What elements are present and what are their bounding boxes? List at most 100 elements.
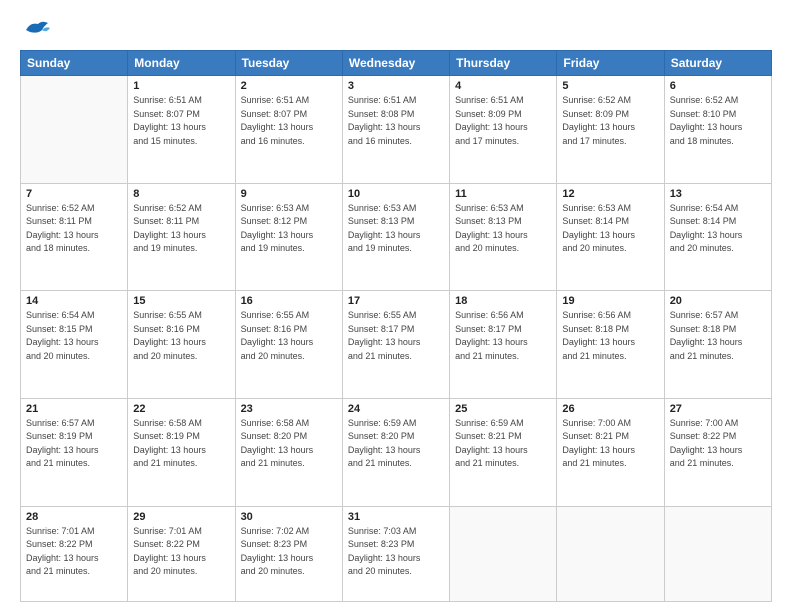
day-number: 19	[562, 295, 658, 307]
day-number: 31	[348, 511, 444, 523]
calendar-table: SundayMondayTuesdayWednesdayThursdayFrid…	[20, 50, 772, 602]
day-cell-16: 16Sunrise: 6:55 AM Sunset: 8:16 PM Dayli…	[235, 291, 342, 399]
week-row-5: 28 Sunrise: 7:01 AM Sunset: 8:22 PM Dayli…	[21, 506, 772, 601]
day-cell-empty-4-4	[450, 506, 557, 601]
day-cell-8: 8 Sunrise: 6:52 AM Sunset: 8:11 PM Daylig…	[128, 183, 235, 291]
day-cell-13: 13 Sunrise: 6:54 AM Sunset: 8:14 PM Dayli…	[664, 183, 771, 291]
day-number: 12	[562, 188, 658, 200]
day-number: 6	[670, 80, 766, 92]
week-row-2: 7 Sunrise: 6:52 AM Sunset: 8:11 PM Daylig…	[21, 183, 772, 291]
day-number: 20	[670, 295, 766, 307]
page: SundayMondayTuesdayWednesdayThursdayFrid…	[0, 0, 792, 612]
day-number: 13	[670, 188, 766, 200]
day-number: 5	[562, 80, 658, 92]
day-number: 9	[241, 188, 337, 200]
day-info: Sunrise: 6:53 AM Sunset: 8:12 PM Dayligh…	[241, 202, 337, 256]
day-info: Sunrise: 6:54 AM Sunset: 8:14 PM Dayligh…	[670, 202, 766, 256]
day-cell-23: 23 Sunrise: 6:58 AM Sunset: 8:20 PM Dayli…	[235, 398, 342, 506]
day-cell-4: 4Sunrise: 6:51 AM Sunset: 8:09 PM Daylig…	[450, 76, 557, 184]
day-number: 27	[670, 403, 766, 415]
day-number: 21	[26, 403, 122, 415]
day-header-saturday: Saturday	[664, 51, 771, 76]
day-cell-9: 9 Sunrise: 6:53 AM Sunset: 8:12 PM Daylig…	[235, 183, 342, 291]
day-number: 17	[348, 295, 444, 307]
day-cell-21: 21 Sunrise: 6:57 AM Sunset: 8:19 PM Dayli…	[21, 398, 128, 506]
day-cell-18: 18 Sunrise: 6:56 AM Sunset: 8:17 PM Dayli…	[450, 291, 557, 399]
day-info: Sunrise: 6:55 AM Sunset: 8:16 PM Dayligh…	[133, 309, 229, 363]
day-number: 16	[241, 295, 337, 307]
day-cell-2: 2 Sunrise: 6:51 AM Sunset: 8:07 PM Daylig…	[235, 76, 342, 184]
day-number: 2	[241, 80, 337, 92]
day-number: 8	[133, 188, 229, 200]
day-info: Sunrise: 6:51 AM Sunset: 8:07 PM Dayligh…	[241, 94, 337, 148]
day-info: Sunrise: 6:53 AM Sunset: 8:13 PM Dayligh…	[455, 202, 551, 256]
day-info: Sunrise: 6:58 AM Sunset: 8:20 PM Dayligh…	[241, 417, 337, 471]
day-number: 4	[455, 80, 551, 92]
day-cell-empty-4-6	[664, 506, 771, 601]
day-number: 30	[241, 511, 337, 523]
day-info: Sunrise: 6:59 AM Sunset: 8:20 PM Dayligh…	[348, 417, 444, 471]
header	[20, 18, 772, 40]
day-info: Sunrise: 6:57 AM Sunset: 8:19 PM Dayligh…	[26, 417, 122, 471]
day-info: Sunrise: 6:56 AM Sunset: 8:17 PM Dayligh…	[455, 309, 551, 363]
day-cell-3: 3 Sunrise: 6:51 AM Sunset: 8:08 PM Daylig…	[342, 76, 449, 184]
day-cell-31: 31Sunrise: 7:03 AM Sunset: 8:23 PM Dayli…	[342, 506, 449, 601]
day-cell-empty-0-0	[21, 76, 128, 184]
day-cell-25: 25Sunrise: 6:59 AM Sunset: 8:21 PM Dayli…	[450, 398, 557, 506]
day-info: Sunrise: 6:54 AM Sunset: 8:15 PM Dayligh…	[26, 309, 122, 363]
day-number: 11	[455, 188, 551, 200]
day-info: Sunrise: 6:59 AM Sunset: 8:21 PM Dayligh…	[455, 417, 551, 471]
day-number: 23	[241, 403, 337, 415]
day-cell-1: 1 Sunrise: 6:51 AM Sunset: 8:07 PM Daylig…	[128, 76, 235, 184]
day-info: Sunrise: 6:52 AM Sunset: 8:11 PM Dayligh…	[133, 202, 229, 256]
day-cell-24: 24 Sunrise: 6:59 AM Sunset: 8:20 PM Dayli…	[342, 398, 449, 506]
logo	[20, 18, 50, 40]
day-cell-19: 19Sunrise: 6:56 AM Sunset: 8:18 PM Dayli…	[557, 291, 664, 399]
day-info: Sunrise: 6:51 AM Sunset: 8:07 PM Dayligh…	[133, 94, 229, 148]
day-number: 26	[562, 403, 658, 415]
day-info: Sunrise: 7:01 AM Sunset: 8:22 PM Dayligh…	[133, 525, 229, 579]
day-header-friday: Friday	[557, 51, 664, 76]
day-info: Sunrise: 6:53 AM Sunset: 8:13 PM Dayligh…	[348, 202, 444, 256]
day-cell-30: 30Sunrise: 7:02 AM Sunset: 8:23 PM Dayli…	[235, 506, 342, 601]
day-info: Sunrise: 6:52 AM Sunset: 8:10 PM Dayligh…	[670, 94, 766, 148]
day-header-monday: Monday	[128, 51, 235, 76]
day-number: 7	[26, 188, 122, 200]
day-cell-27: 27 Sunrise: 7:00 AM Sunset: 8:22 PM Dayli…	[664, 398, 771, 506]
day-number: 1	[133, 80, 229, 92]
day-number: 18	[455, 295, 551, 307]
day-cell-empty-4-5	[557, 506, 664, 601]
day-number: 28	[26, 511, 122, 523]
day-number: 10	[348, 188, 444, 200]
day-number: 15	[133, 295, 229, 307]
day-cell-28: 28 Sunrise: 7:01 AM Sunset: 8:22 PM Dayli…	[21, 506, 128, 601]
day-cell-17: 17Sunrise: 6:55 AM Sunset: 8:17 PM Dayli…	[342, 291, 449, 399]
week-row-3: 14 Sunrise: 6:54 AM Sunset: 8:15 PM Dayli…	[21, 291, 772, 399]
day-header-row: SundayMondayTuesdayWednesdayThursdayFrid…	[21, 51, 772, 76]
day-number: 24	[348, 403, 444, 415]
week-row-1: 1 Sunrise: 6:51 AM Sunset: 8:07 PM Daylig…	[21, 76, 772, 184]
day-number: 22	[133, 403, 229, 415]
day-cell-5: 5Sunrise: 6:52 AM Sunset: 8:09 PM Daylig…	[557, 76, 664, 184]
day-number: 3	[348, 80, 444, 92]
day-cell-7: 7Sunrise: 6:52 AM Sunset: 8:11 PM Daylig…	[21, 183, 128, 291]
logo-bird-icon	[22, 18, 50, 40]
day-info: Sunrise: 7:01 AM Sunset: 8:22 PM Dayligh…	[26, 525, 122, 579]
day-info: Sunrise: 6:57 AM Sunset: 8:18 PM Dayligh…	[670, 309, 766, 363]
day-header-wednesday: Wednesday	[342, 51, 449, 76]
day-cell-6: 6 Sunrise: 6:52 AM Sunset: 8:10 PM Daylig…	[664, 76, 771, 184]
day-cell-26: 26 Sunrise: 7:00 AM Sunset: 8:21 PM Dayli…	[557, 398, 664, 506]
day-info: Sunrise: 6:53 AM Sunset: 8:14 PM Dayligh…	[562, 202, 658, 256]
day-info: Sunrise: 7:00 AM Sunset: 8:21 PM Dayligh…	[562, 417, 658, 471]
day-header-tuesday: Tuesday	[235, 51, 342, 76]
day-info: Sunrise: 6:51 AM Sunset: 8:08 PM Dayligh…	[348, 94, 444, 148]
day-cell-22: 22 Sunrise: 6:58 AM Sunset: 8:19 PM Dayli…	[128, 398, 235, 506]
day-cell-20: 20 Sunrise: 6:57 AM Sunset: 8:18 PM Dayli…	[664, 291, 771, 399]
day-cell-10: 10 Sunrise: 6:53 AM Sunset: 8:13 PM Dayli…	[342, 183, 449, 291]
day-cell-12: 12 Sunrise: 6:53 AM Sunset: 8:14 PM Dayli…	[557, 183, 664, 291]
day-info: Sunrise: 6:58 AM Sunset: 8:19 PM Dayligh…	[133, 417, 229, 471]
day-number: 14	[26, 295, 122, 307]
day-header-sunday: Sunday	[21, 51, 128, 76]
day-cell-15: 15 Sunrise: 6:55 AM Sunset: 8:16 PM Dayli…	[128, 291, 235, 399]
day-info: Sunrise: 7:00 AM Sunset: 8:22 PM Dayligh…	[670, 417, 766, 471]
